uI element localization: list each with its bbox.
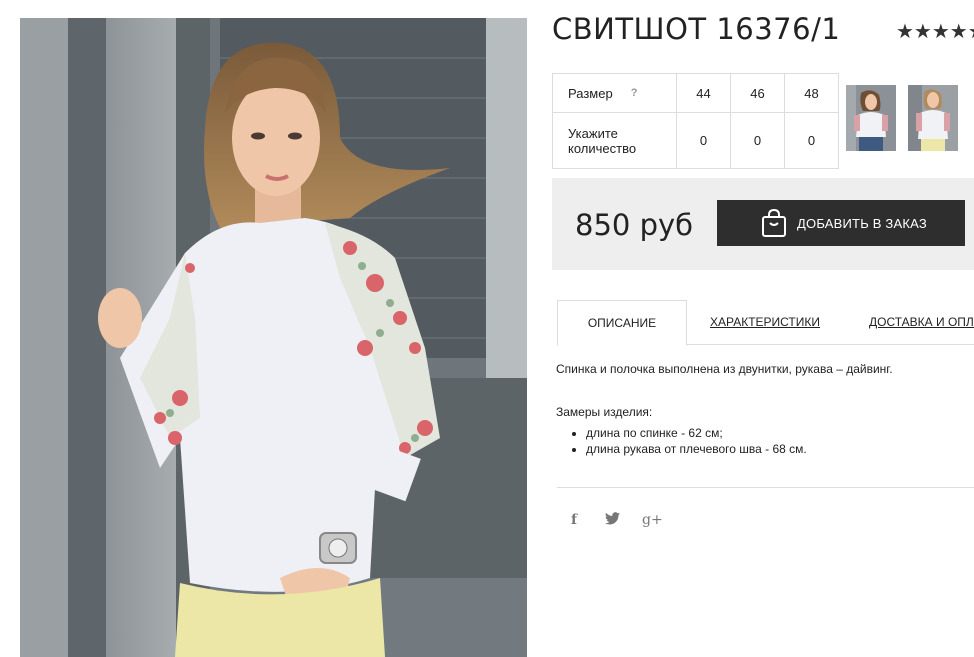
list-item: длина рукава от плечевого шва - 68 см. <box>586 441 966 457</box>
google-plus-icon[interactable]: g+ <box>642 512 663 528</box>
tab-characteristics[interactable]: ХАРАКТЕРИСТИКИ <box>710 300 820 344</box>
size-label-cell: Размер ? <box>552 73 677 113</box>
quantity-input-44[interactable]: 0 <box>676 112 731 169</box>
description-text: Спинка и полочка выполнена из двунитки, … <box>556 362 893 376</box>
twitter-icon[interactable] <box>605 512 620 528</box>
size-row: Размер ? 44 46 48 <box>552 73 839 113</box>
product-thumbnail-2[interactable] <box>908 85 958 151</box>
measures-title: Замеры изделия: <box>556 405 653 419</box>
description-panel: Спинка и полочка выполнена из двунитки, … <box>556 362 966 457</box>
size-46: 46 <box>730 73 785 113</box>
size-label: Размер <box>568 85 613 101</box>
add-to-order-button[interactable]: ДОБАВИТЬ В ЗАКАЗ <box>717 200 965 246</box>
quantity-input-48[interactable]: 0 <box>784 112 839 169</box>
tab-delivery-payment[interactable]: ДОСТАВКА И ОПЛАТА <box>869 300 974 344</box>
facebook-icon[interactable]: f <box>571 512 577 528</box>
size-48: 48 <box>784 73 839 113</box>
size-quantity-table: Размер ? 44 46 48 Укажите количество 0 0… <box>552 73 839 169</box>
divider <box>557 487 974 488</box>
product-tabs: ОПИСАНИЕ ХАРАКТЕРИСТИКИ ДОСТАВКА И ОПЛАТ… <box>557 300 974 346</box>
size-44: 44 <box>676 73 731 113</box>
list-item: длина по спинке - 62 см; <box>586 425 966 441</box>
price-panel: 850 руб ДОБАВИТЬ В ЗАКАЗ <box>552 178 974 270</box>
measures-list: длина по спинке - 62 см; длина рукава от… <box>556 425 966 457</box>
add-to-order-label: ДОБАВИТЬ В ЗАКАЗ <box>797 215 927 231</box>
shopping-bag-icon <box>761 208 787 238</box>
tab-description[interactable]: ОПИСАНИЕ <box>557 300 687 346</box>
question-icon[interactable]: ? <box>631 87 638 99</box>
main-product-photo[interactable] <box>20 18 527 657</box>
product-title: СВИТШОТ 16376/1 <box>552 12 841 46</box>
quantity-input-46[interactable]: 0 <box>730 112 785 169</box>
product-price: 850 руб <box>575 208 694 242</box>
quantity-row: Укажите количество 0 0 0 <box>552 112 839 169</box>
quantity-label: Укажите количество <box>552 112 677 169</box>
star-rating-icon[interactable]: ★★★★★ <box>896 19 974 44</box>
product-thumbnail-1[interactable] <box>846 85 896 151</box>
